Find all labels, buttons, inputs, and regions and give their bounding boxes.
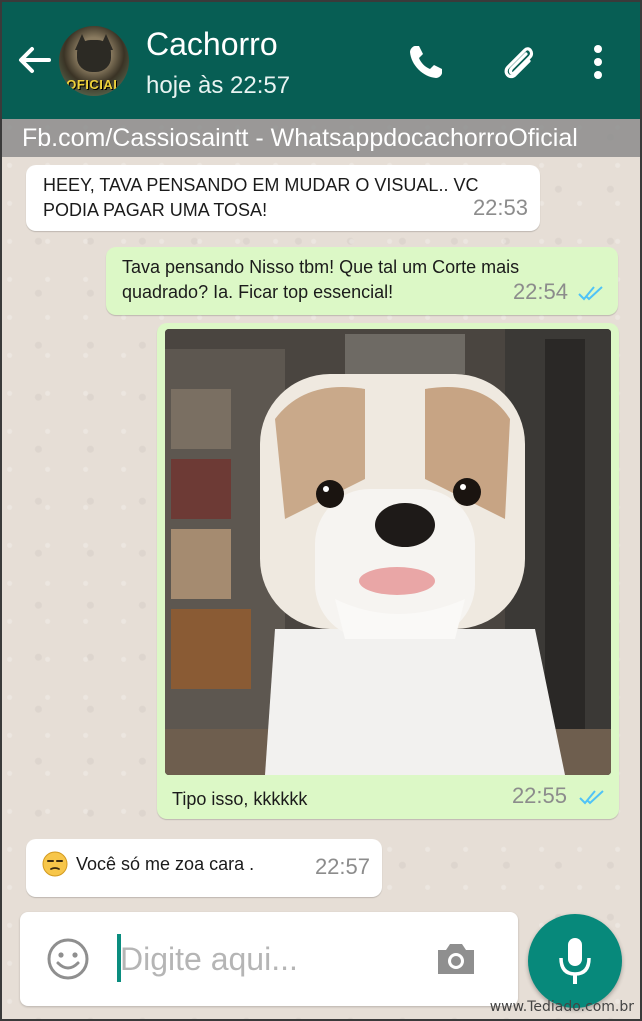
message-bubble-incoming[interactable]: Você só me zoa cara . 22:57 xyxy=(26,839,382,897)
message-text: Você só me zoa cara . xyxy=(76,854,255,874)
dog-illustration xyxy=(165,329,611,775)
avatar-tag: OFICIAL xyxy=(66,77,122,92)
dog-photo[interactable] xyxy=(165,329,611,775)
message-bubble-outgoing[interactable]: Tava pensando Nisso tbm! Que tal um Cort… xyxy=(106,247,618,315)
message-time: 22:57 xyxy=(314,854,370,879)
site-watermark: www.Tediado.com.br xyxy=(489,999,634,1015)
message-composer xyxy=(20,912,518,1006)
mic-button[interactable] xyxy=(528,914,622,1008)
back-arrow-icon[interactable] xyxy=(16,42,52,78)
last-seen-status: hoje às 22:57 xyxy=(146,72,291,99)
paperclip-icon[interactable] xyxy=(498,42,538,82)
message-bubble-incoming[interactable]: HEEY, TAVA PENSANDO EM MUDAR O VISUAL.. … xyxy=(26,165,540,231)
message-caption: Tipo isso, kkkkkk xyxy=(172,789,308,809)
double-check-icon xyxy=(578,286,603,301)
contact-name[interactable]: Cachorro xyxy=(146,26,278,63)
watermark-bar: Fb.com/Cassiosaintt - Whatsappdocachorro… xyxy=(2,119,640,157)
camera-icon[interactable] xyxy=(434,940,478,978)
contact-avatar[interactable]: OFICIAL xyxy=(59,26,129,96)
message-text: HEEY, TAVA PENSANDO EM MUDAR O VISUAL.. … xyxy=(43,175,479,220)
message-input[interactable] xyxy=(120,934,410,984)
mic-icon xyxy=(559,938,591,984)
emoji-icon[interactable] xyxy=(46,937,90,981)
message-time: 22:53 xyxy=(472,195,528,220)
message-time: 22:54 xyxy=(512,279,568,304)
app-bar: OFICIAL Cachorro hoje às 22:57 xyxy=(2,2,640,119)
unamused-face-icon xyxy=(42,851,68,877)
message-time: 22:55 xyxy=(511,783,567,808)
message-bubble-outgoing-image[interactable]: Tipo isso, kkkkkk 22:55 xyxy=(157,323,619,819)
phone-icon[interactable] xyxy=(406,42,446,82)
more-vert-icon[interactable] xyxy=(586,42,610,82)
double-check-icon xyxy=(579,790,604,805)
chat-screen: OFICIAL Cachorro hoje às 22:57 Fb.com/Ca… xyxy=(0,0,642,1021)
